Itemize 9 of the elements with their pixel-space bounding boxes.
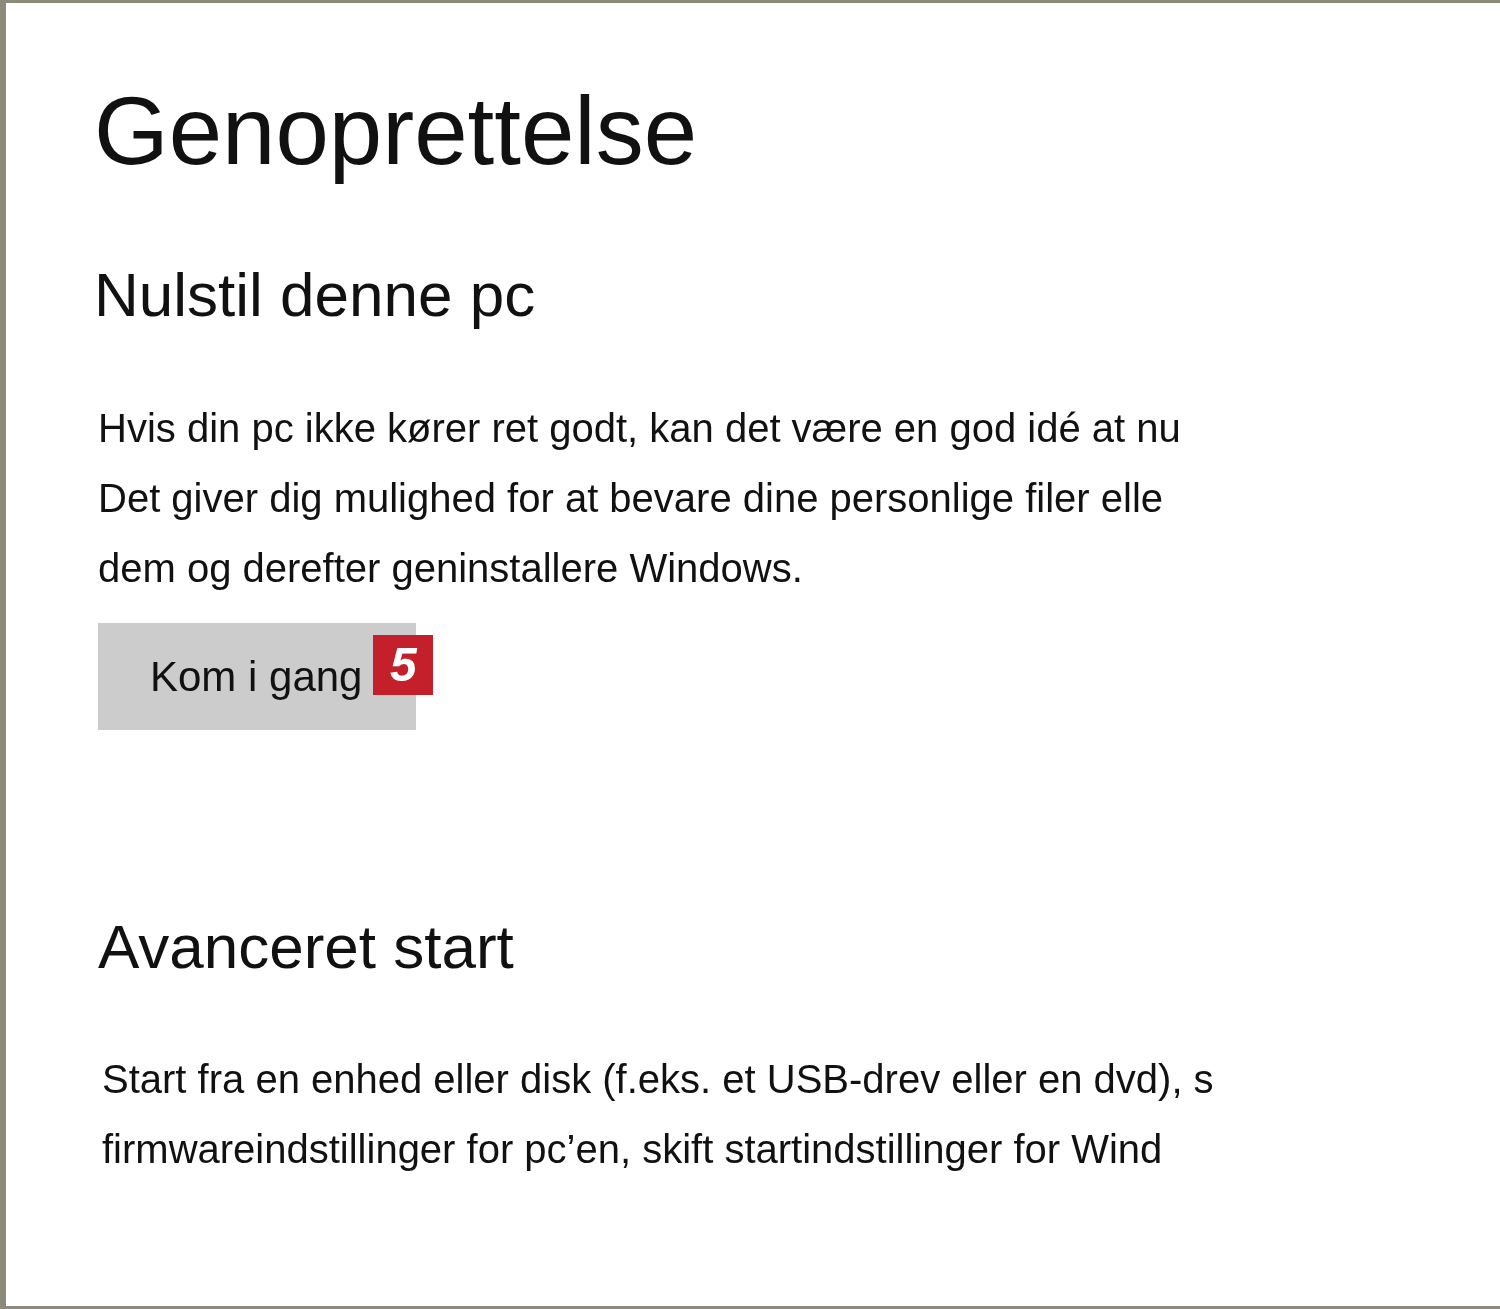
page-title: Genoprettelse xyxy=(94,76,699,186)
description-line: Det giver dig mulighed for at bevare dine personlige filer elle xyxy=(98,474,1164,522)
description-line: Start fra en enhed eller disk (f.eks. et USB-drev eller en dvd), s xyxy=(102,1055,1214,1103)
section-heading: Avanceret start xyxy=(98,910,515,983)
description-line: dem og derefter geninstallere Windows. xyxy=(98,544,803,592)
step-number-badge: 5 xyxy=(373,634,434,695)
description-line: firmwareindstillinger for pc’en, skift startindstillinger for Wind xyxy=(102,1125,1163,1173)
description-line: Hvis din pc ikke kører ret godt, kan det være en god idé at nu xyxy=(98,404,1181,452)
section-heading: Nulstil denne pc xyxy=(94,259,537,332)
